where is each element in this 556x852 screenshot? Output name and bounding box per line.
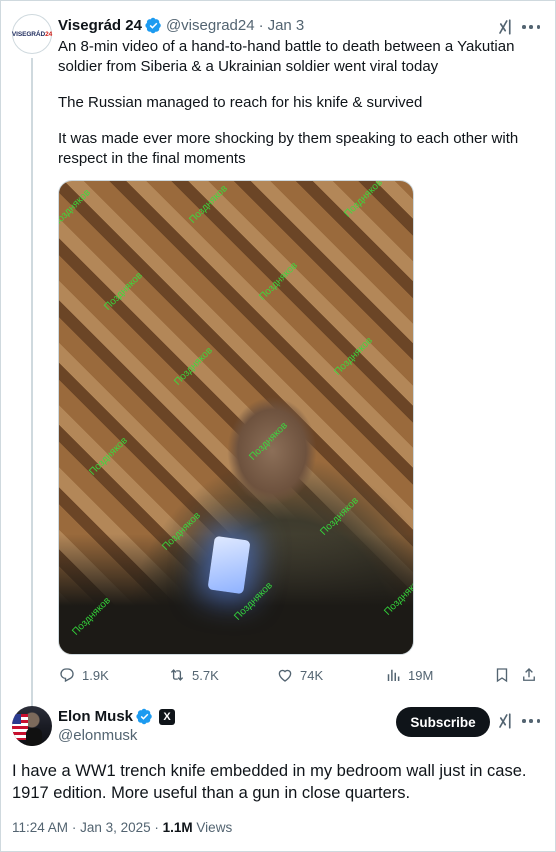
quoted-tweet-header: Visegrád 24 @visegrad24 · Jan 3 — [58, 17, 304, 34]
like-count: 74K — [300, 667, 324, 683]
share-icon — [523, 668, 535, 681]
separator-dot: · — [154, 820, 163, 835]
author-name[interactable]: Visegrád 24 — [58, 17, 142, 34]
photo-watermark: Поздняков — [342, 180, 385, 220]
author-handle[interactable]: @elonmusk — [58, 727, 137, 744]
photo-watermark: Поздняков — [247, 420, 290, 463]
bookmark-button[interactable] — [493, 666, 511, 684]
repost-count: 5.7K — [192, 667, 219, 683]
tweet-action-bar: 1.9K 5.7K 74K 19M — [58, 666, 535, 688]
share-button[interactable] — [520, 666, 538, 684]
views-icon — [387, 669, 400, 681]
tweet-time[interactable]: 11:24 AM — [12, 820, 68, 835]
reply-icon — [60, 668, 74, 683]
author-name[interactable]: Elon Musk — [58, 708, 133, 725]
separator-dot: · — [258, 17, 264, 34]
photo-phone-glow — [207, 535, 251, 595]
photo-watermark: Поздняков — [102, 270, 145, 313]
reply-button[interactable]: 1.9K — [58, 666, 109, 684]
verified-badge-icon — [145, 17, 161, 34]
subscribe-button[interactable]: Subscribe — [396, 707, 490, 737]
tweet-full-date[interactable]: Jan 3, 2025 — [80, 820, 151, 835]
photo-watermark: Поздняков — [187, 183, 230, 226]
avatar-text: VISEGRÁD — [11, 30, 46, 38]
views-label: Views — [196, 820, 233, 835]
main-tweet-text: I have a WW1 trench knife embedded in my… — [12, 762, 527, 802]
tweet-date[interactable]: Jan 3 — [268, 17, 305, 34]
photo-watermark: Поздняков — [172, 345, 215, 388]
verified-badge-icon — [136, 708, 152, 725]
more-icon[interactable] — [522, 712, 540, 730]
author-handle[interactable]: @visegrad24 — [166, 17, 255, 34]
avatar-text-accent: 24 — [45, 30, 53, 38]
thread-connector-line — [31, 58, 33, 708]
tweet-paragraph: It was made ever more shocking by them s… — [58, 130, 519, 167]
like-icon — [278, 669, 292, 682]
photo-watermark: Поздняков — [87, 435, 130, 478]
photo-watermark: Поздняков — [332, 335, 375, 378]
tweet-meta: 11:24 AM · Jan 3, 2025 · 1.1M Views — [12, 820, 232, 835]
visegrad24-avatar[interactable]: VISEGRÁD 24 — [12, 14, 52, 54]
like-button[interactable]: 74K — [276, 666, 323, 684]
views-total: 1.1M — [162, 820, 193, 835]
tweet-photo[interactable]: Поздняков Поздняков Поздняков Поздняков … — [58, 180, 414, 655]
tweet-paragraph: An 8-min video of a hand-to-hand battle … — [58, 38, 515, 75]
photo-watermark: Поздняков — [58, 187, 93, 230]
main-tweet-author: Elon Musk X — [58, 708, 176, 725]
photo-watermark: Поздняков — [257, 260, 300, 303]
elonmusk-avatar[interactable] — [12, 706, 52, 746]
bookmark-icon — [496, 668, 508, 683]
avatar-figure — [26, 728, 42, 746]
separator-dot: · — [71, 820, 81, 835]
views-count: 19M — [408, 667, 434, 683]
repost-button[interactable]: 5.7K — [168, 666, 219, 684]
grok-icon[interactable] — [497, 712, 515, 730]
repost-icon — [170, 669, 184, 681]
tweet-paragraph: The Russian managed to reach for his kni… — [58, 94, 423, 111]
reply-count: 1.9K — [82, 667, 109, 683]
quoted-tweet-text: An 8-min video of a hand-to-hand battle … — [58, 37, 528, 185]
x-affiliation-icon[interactable]: X — [159, 708, 176, 725]
grok-icon[interactable] — [497, 18, 515, 36]
photo-watermark: Поздняков — [318, 495, 361, 538]
more-icon[interactable] — [522, 18, 540, 36]
views-button[interactable]: 19M — [384, 666, 433, 684]
